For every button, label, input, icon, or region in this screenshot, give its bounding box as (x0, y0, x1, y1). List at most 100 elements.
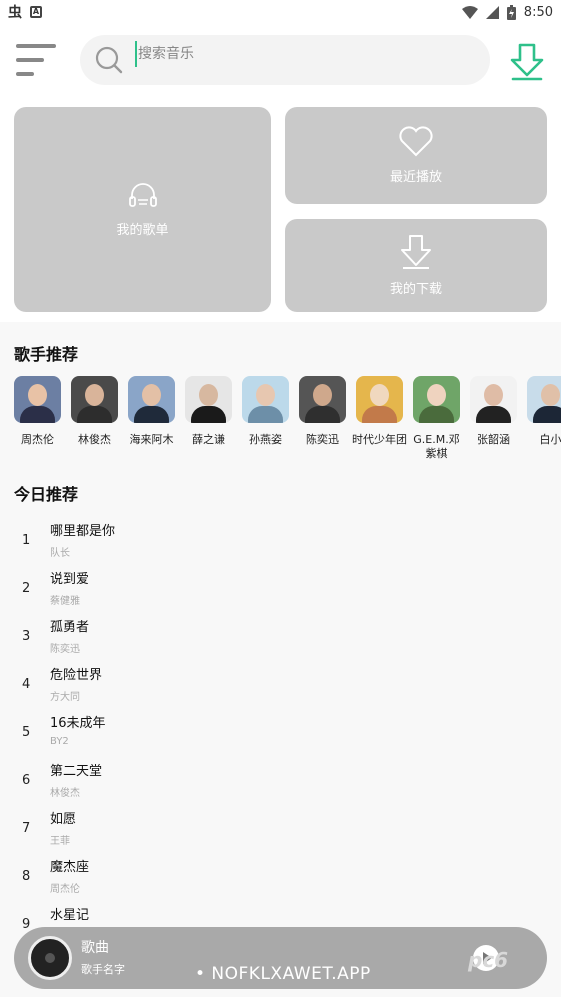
song-title: 哪里都是你 (50, 524, 116, 539)
notification-box-icon: A (30, 6, 42, 18)
song-row[interactable]: 8 魔杰座周杰伦 (0, 854, 561, 902)
status-time: 8:50 (523, 4, 553, 20)
player-song-title: 歌曲 (81, 940, 109, 956)
wifi-icon (461, 5, 478, 19)
song-number: 1 (22, 533, 31, 548)
singer-avatar (14, 376, 61, 423)
singer-avatar (71, 376, 118, 423)
pc6-watermark: pc6 (468, 948, 509, 972)
search-bar[interactable] (80, 35, 490, 85)
singer-avatar (527, 376, 561, 423)
app-notification-icon: 虫 (8, 5, 22, 21)
singer-avatar (470, 376, 517, 423)
song-artist: 方大同 (50, 692, 80, 703)
singer-item[interactable]: 孙燕姿 (242, 376, 289, 476)
song-artist: 周杰伦 (50, 884, 80, 895)
song-artist: 队长 (50, 548, 70, 559)
singer-name: 周杰伦 (21, 433, 54, 446)
menu-button[interactable] (16, 42, 58, 78)
singers-section-title: 歌手推荐 (14, 345, 79, 364)
content-area: 歌手推荐 周杰伦 林俊杰 海来阿木 薛之谦 孙燕姿 陈奕迅 时代少年团 G.E.M.邓紫棋 张韶… (0, 322, 561, 997)
download-icon[interactable] (509, 42, 545, 82)
singer-avatar (242, 376, 289, 423)
singer-name: 白小 (539, 433, 561, 446)
heart-icon (399, 126, 433, 157)
song-title: 如愿 (50, 812, 77, 827)
my-downloads-tile[interactable]: 我的下载 (285, 219, 547, 312)
recent-play-tile[interactable]: 最近播放 (285, 107, 547, 204)
singer-name: 时代少年团 (352, 433, 407, 446)
status-right: 8:50 (461, 4, 553, 20)
song-row[interactable]: 1 哪里都是你队长 (0, 518, 561, 566)
singer-item[interactable]: 白小 (527, 376, 561, 476)
singer-avatar (128, 376, 175, 423)
singer-name: G.E.M.邓紫棋 (413, 433, 460, 460)
singer-item[interactable]: 时代少年团 (352, 376, 407, 476)
song-number: 7 (22, 821, 31, 836)
song-title: 孤勇者 (50, 620, 90, 635)
song-title: 说到爱 (50, 572, 90, 587)
song-row[interactable]: 5 16未成年 BY2 (0, 710, 561, 758)
recent-play-label: 最近播放 (389, 170, 442, 185)
my-playlist-tile[interactable]: 我的歌单 (14, 107, 271, 312)
menu-line-icon (16, 72, 34, 76)
song-number: 9 (22, 917, 31, 932)
song-artist: 蔡健雅 (50, 596, 80, 607)
song-row[interactable]: 2 说到爱蔡健雅 (0, 566, 561, 614)
singer-avatar (185, 376, 232, 423)
song-row[interactable]: 3 孤勇者陈奕迅 (0, 614, 561, 662)
singer-item[interactable]: 林俊杰 (71, 376, 118, 476)
song-row[interactable]: 4 危险世界方大同 (0, 662, 561, 710)
singer-item[interactable]: 陈奕迅 (299, 376, 346, 476)
song-title: 魔杰座 (50, 860, 90, 875)
singer-name: 陈奕迅 (306, 433, 339, 446)
today-section-title: 今日推荐 (14, 485, 79, 504)
song-title: 第二天堂 (50, 764, 103, 779)
search-icon (95, 46, 123, 74)
singer-item[interactable]: 海来阿木 (128, 376, 175, 476)
download-arrow-icon (401, 235, 431, 269)
song-artist: 林俊杰 (50, 788, 80, 799)
singer-item[interactable]: 周杰伦 (14, 376, 61, 476)
cell-signal-icon (485, 5, 499, 19)
singer-avatar (299, 376, 346, 423)
song-number: 2 (22, 581, 31, 596)
song-number: 4 (22, 677, 31, 692)
search-input[interactable] (135, 41, 435, 67)
player-artist-name: 歌手名字 (81, 963, 125, 976)
singer-item[interactable]: 薛之谦 (185, 376, 232, 476)
header (0, 30, 561, 94)
song-number: 3 (22, 629, 31, 644)
song-artist: 王菲 (50, 836, 70, 847)
status-left: 虫 A (8, 2, 42, 22)
singer-avatar (413, 376, 460, 423)
status-bar: 虫 A 8:50 (0, 0, 561, 24)
album-disc-icon (28, 936, 72, 980)
song-number: 5 (22, 725, 31, 740)
watermark-text: • NOFKLXAWET.APP (195, 964, 371, 984)
singer-name: 张韶涵 (477, 433, 510, 446)
my-downloads-label: 我的下载 (389, 282, 442, 297)
song-title: 危险世界 (50, 668, 103, 683)
song-number: 6 (22, 773, 31, 788)
singer-name: 薛之谦 (192, 433, 225, 446)
singer-list: 周杰伦 林俊杰 海来阿木 薛之谦 孙燕姿 陈奕迅 时代少年团 G.E.M.邓紫棋 张韶涵 白小 (14, 376, 561, 476)
song-title: 16未成年 (50, 716, 106, 731)
battery-icon (506, 4, 516, 20)
song-artist: BY2 (50, 736, 69, 747)
singer-item[interactable]: G.E.M.邓紫棋 (413, 376, 460, 476)
singer-avatar (356, 376, 403, 423)
song-artist: 陈奕迅 (50, 644, 80, 655)
menu-line-icon (16, 44, 56, 48)
song-row[interactable]: 7 如愿王菲 (0, 806, 561, 854)
singer-name: 孙燕姿 (249, 433, 282, 446)
song-row[interactable]: 6 第二天堂林俊杰 (0, 758, 561, 806)
song-number: 8 (22, 869, 31, 884)
menu-line-icon (16, 58, 44, 62)
singer-item[interactable]: 张韶涵 (470, 376, 517, 476)
song-title: 水星记 (50, 908, 90, 923)
singer-name: 海来阿木 (129, 433, 174, 446)
my-playlist-label: 我的歌单 (116, 223, 169, 238)
headphones-icon (128, 183, 157, 207)
singer-name: 林俊杰 (78, 433, 111, 446)
